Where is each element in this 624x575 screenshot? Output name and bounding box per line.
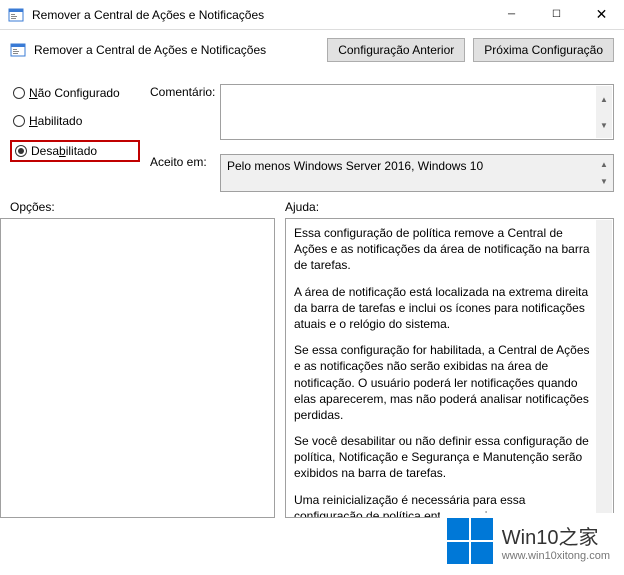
next-setting-button[interactable]: Próxima Configuração [473,38,614,62]
help-paragraph: Se você desabilitar ou não definir essa … [294,433,595,482]
header-row: Remover a Central de Ações e Notificaçõe… [0,30,624,70]
radio-icon [13,87,25,99]
accepted-value: Pelo menos Windows Server 2016, Windows … [227,159,483,173]
config-row: Não Configurado Habilitado Desabilitado … [0,70,624,192]
radio-group: Não Configurado Habilitado Desabilitado [10,74,140,192]
windows-logo-icon [446,517,494,565]
chevron-down-icon[interactable]: ▼ [596,173,612,190]
policy-title: Remover a Central de Ações e Notificaçõe… [34,43,319,57]
comment-spinner[interactable]: ▲ ▼ [596,86,612,138]
comment-label: Comentário: [150,84,220,99]
accepted-row: Aceito em: Pelo menos Windows Server 201… [150,154,614,192]
radio-not-configured[interactable]: Não Configurado [10,84,140,102]
radio-icon [13,115,25,127]
radio-disabled[interactable]: Desabilitado [10,140,140,162]
watermark-text: Win10之家 www.win10xitong.com [502,521,610,562]
chevron-up-icon[interactable]: ▲ [596,156,612,173]
comment-input[interactable]: ▲ ▼ [220,84,614,140]
accepted-value-box: Pelo menos Windows Server 2016, Windows … [220,154,614,192]
previous-setting-button[interactable]: Configuração Anterior [327,38,465,62]
titlebar: Remover a Central de Ações e Notificaçõe… [0,0,624,30]
chevron-down-icon[interactable]: ▼ [596,112,612,138]
help-paragraph: A área de notificação está localizada na… [294,284,595,333]
radio-label-enabled: Habilitado [29,114,82,128]
help-box: Essa configuração de política remove a C… [285,218,614,518]
help-paragraph: Essa configuração de política remove a C… [294,225,595,274]
fields-col: Comentário: ▲ ▼ Aceito em: Pelo menos Wi… [150,74,614,192]
help-col: Ajuda: Essa configuração de política rem… [285,200,614,518]
scrollbar[interactable] [596,220,612,516]
radio-label-disabled: Desabilitado [31,144,97,158]
watermark-url: www.win10xitong.com [502,550,610,562]
help-paragraph: Se essa configuração for habilitada, a C… [294,342,595,423]
help-label: Ajuda: [285,200,614,214]
accepted-spinner[interactable]: ▲ ▼ [596,156,612,190]
lower-row: Opções: Ajuda: Essa configuração de polí… [0,192,624,518]
policy-icon [10,42,26,58]
close-button[interactable]: ✕ [579,1,624,29]
radio-enabled[interactable]: Habilitado [10,112,140,130]
window-title: Remover a Central de Ações e Notificaçõe… [32,8,489,22]
radio-label-not-configured: Não Configurado [29,86,120,100]
chevron-up-icon[interactable]: ▲ [596,86,612,112]
options-box [0,218,275,518]
watermark: Win10之家 www.win10xitong.com [440,513,616,569]
accepted-label: Aceito em: [150,154,220,169]
minimize-button[interactable]: ─ [489,1,534,29]
radio-icon [15,145,27,157]
app-icon [8,7,24,23]
comment-row: Comentário: ▲ ▼ [150,84,614,140]
options-col: Opções: [10,200,275,518]
maximize-button[interactable]: ☐ [534,1,579,29]
options-label: Opções: [10,200,275,214]
